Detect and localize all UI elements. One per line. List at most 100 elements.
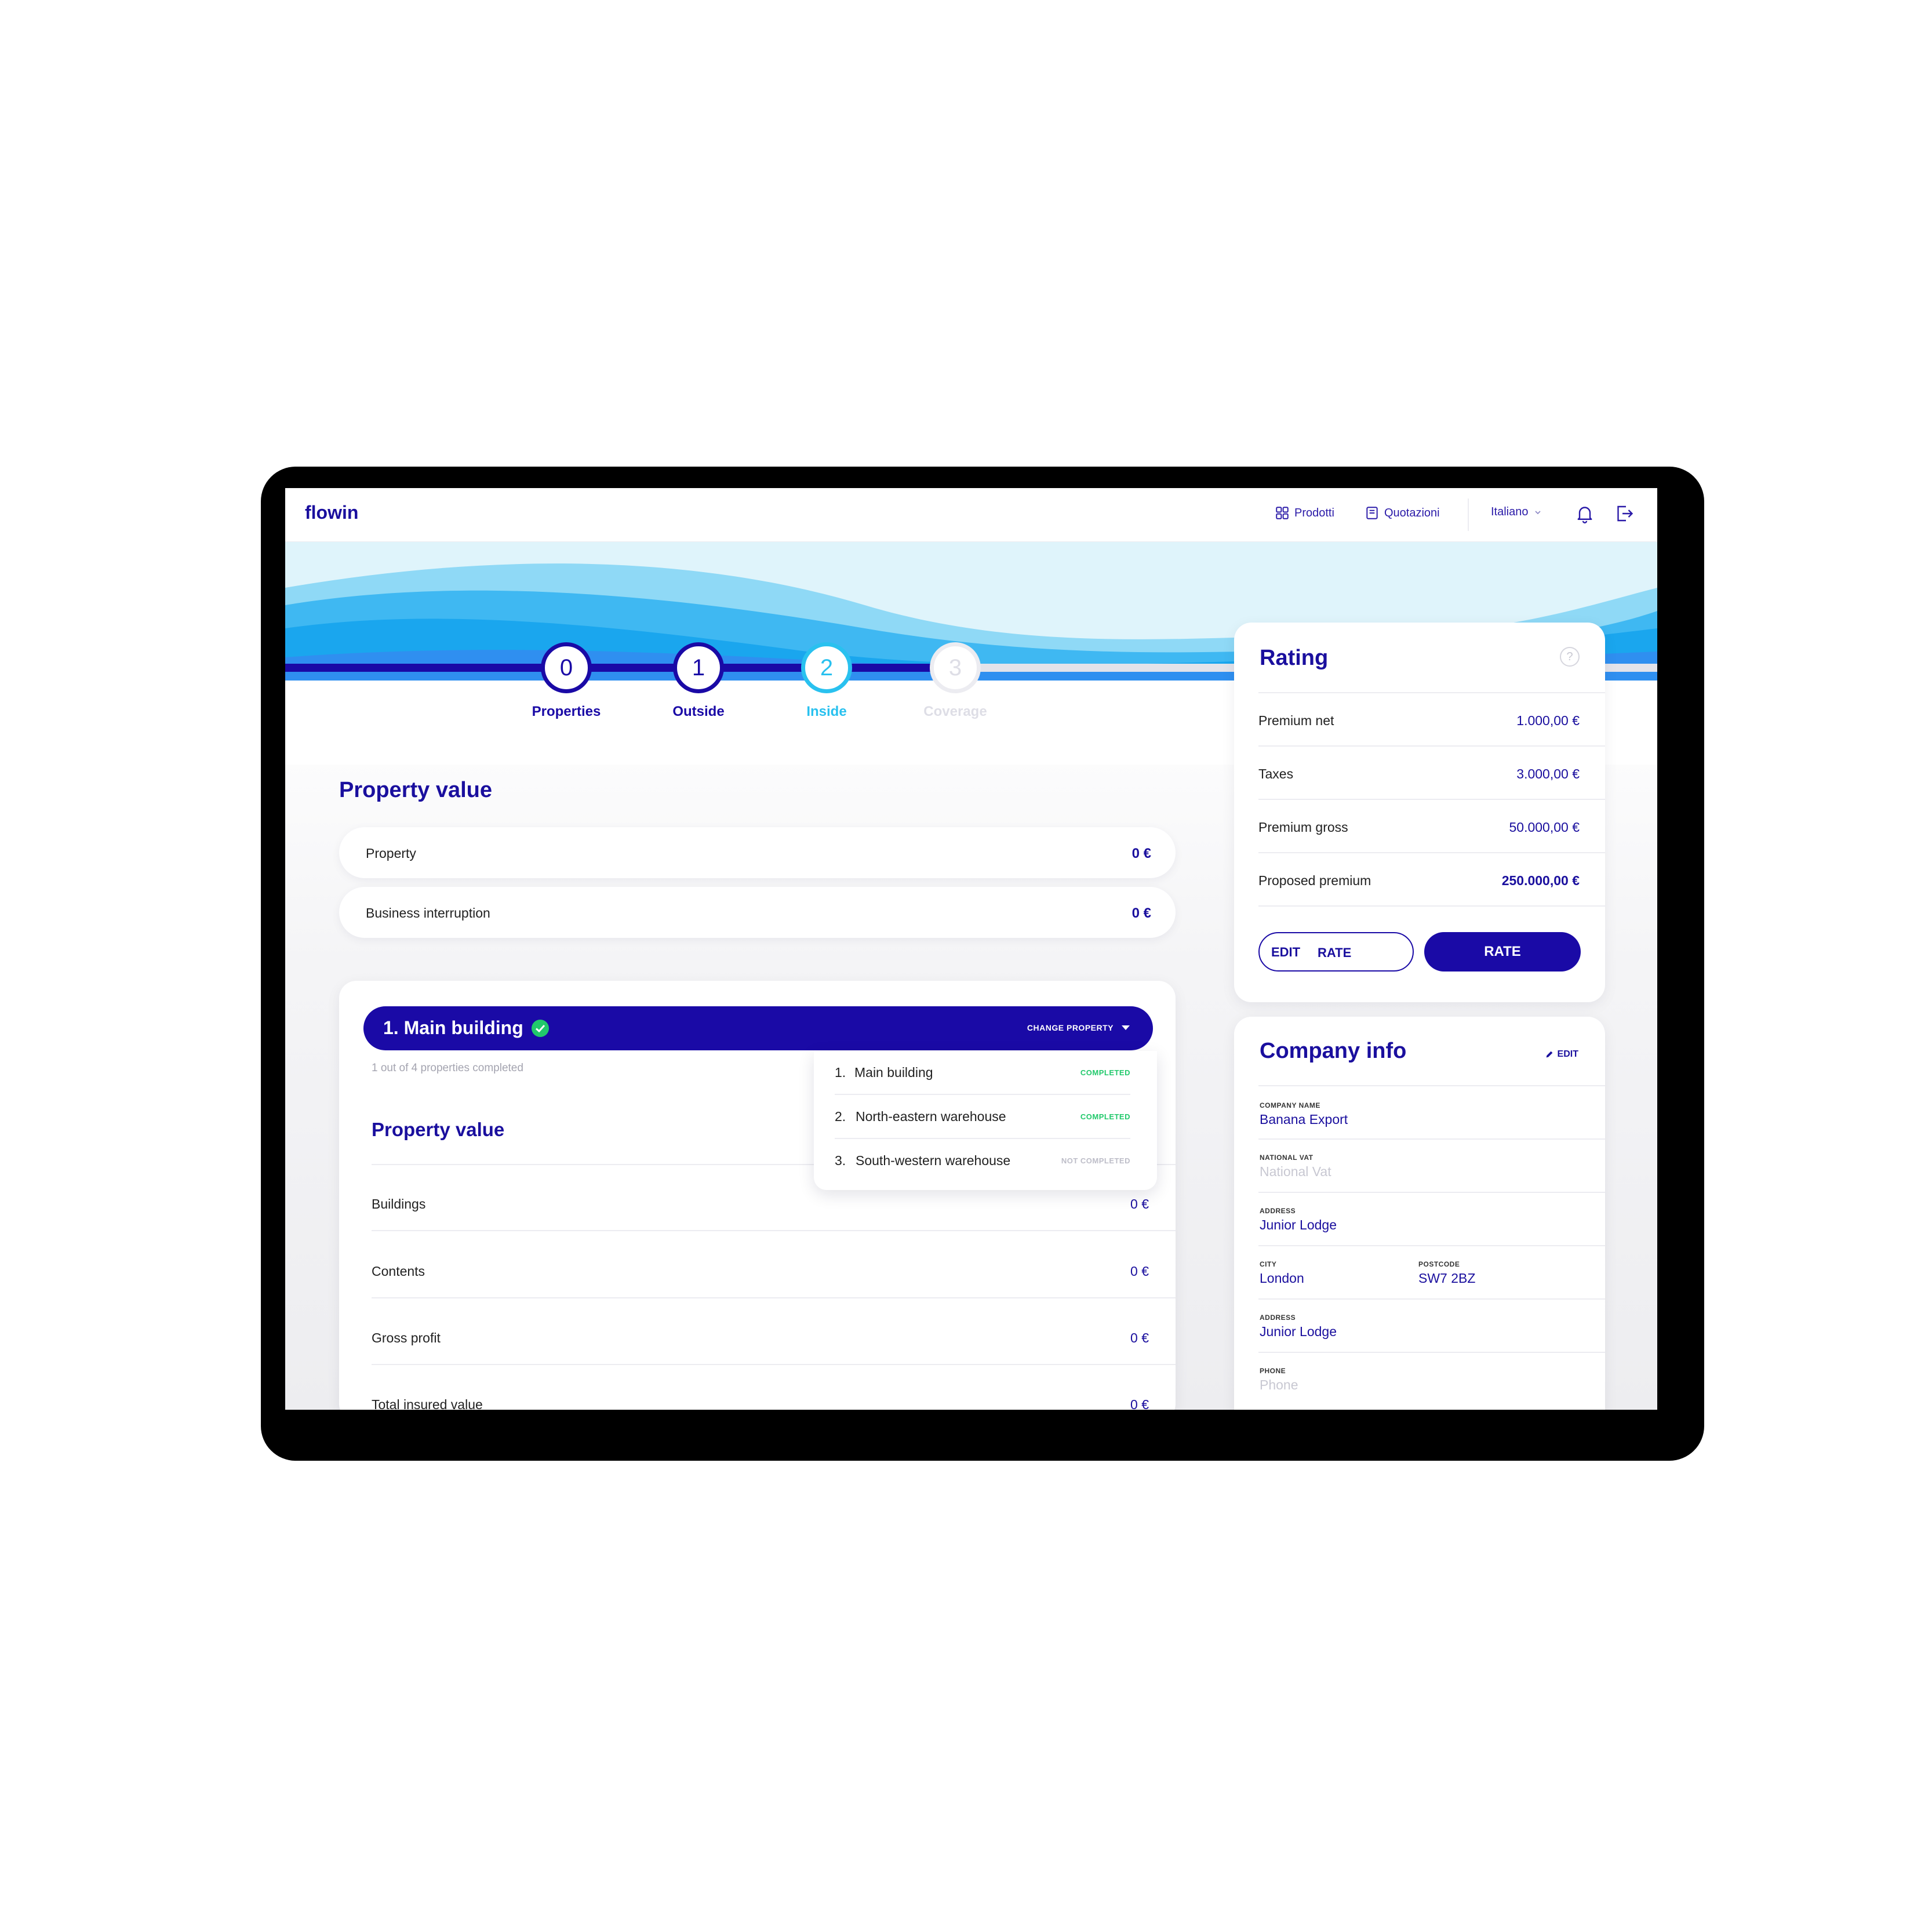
step-label: Inside <box>806 704 847 719</box>
step-number: 1 <box>673 642 724 693</box>
step-label: Outside <box>672 704 725 719</box>
premium-net-label: Premium net <box>1258 713 1334 728</box>
total-insured-value-label: Total insured value <box>372 1397 483 1410</box>
postcode-caption: POSTCODE <box>1418 1260 1460 1268</box>
national-vat-caption: NATIONAL VAT <box>1260 1154 1314 1162</box>
phone-field[interactable]: Phone <box>1260 1377 1298 1393</box>
dropdown-item-main-building[interactable]: 1. Main building COMPLETED <box>835 1051 1130 1094</box>
divider <box>1258 1085 1605 1086</box>
city-value[interactable]: London <box>1260 1271 1304 1286</box>
top-nav: flowin Prodotti Quotazioni Italiano <box>285 488 1657 542</box>
business-interruption-label: Business interruption <box>366 905 490 920</box>
taxes-label: Taxes <box>1258 766 1294 781</box>
company-name-value[interactable]: Banana Export <box>1260 1112 1348 1127</box>
taxes-value: 3.000,00 € <box>1516 766 1580 781</box>
divider <box>372 1364 1176 1365</box>
proposed-premium-row: Proposed premium 250.000,00 € <box>1234 853 1605 907</box>
grid-icon <box>1276 507 1289 519</box>
edit-label: EDIT <box>1271 945 1301 959</box>
caret-down-icon <box>1122 1025 1130 1030</box>
property-value-title: Property value <box>339 778 492 802</box>
edit-label: EDIT <box>1557 1049 1578 1059</box>
nav-divider <box>1468 499 1469 531</box>
divider <box>1258 905 1605 907</box>
edit-rate-label: RATE <box>1318 945 1352 960</box>
step-label: Properties <box>532 704 601 719</box>
divider <box>1258 1138 1605 1140</box>
dropdown-item-north-eastern-warehouse[interactable]: 2. North-eastern warehouse COMPLETED <box>835 1095 1130 1138</box>
chevron-down-icon <box>1534 510 1541 514</box>
language-label: Italiano <box>1491 505 1529 518</box>
dropdown-item-south-western-warehouse[interactable]: 3. South-western warehouse NOT COMPLETED <box>835 1139 1130 1182</box>
national-vat-field[interactable]: National Vat <box>1260 1164 1331 1180</box>
step-number: 2 <box>801 642 852 693</box>
divider <box>1258 1352 1605 1353</box>
help-icon[interactable]: ? <box>1560 647 1580 667</box>
rating-title: Rating <box>1260 646 1329 670</box>
contents-value[interactable]: 0 € <box>1130 1264 1149 1279</box>
language-select[interactable]: Italiano <box>1491 505 1542 519</box>
contents-label: Contents <box>372 1264 425 1279</box>
rating-card: Rating ? Premium net 1.000,00 € Taxes 3.… <box>1234 623 1605 1002</box>
item-name: Main building <box>854 1065 933 1080</box>
step-label: Coverage <box>923 704 987 719</box>
item-number: 3. <box>835 1153 846 1168</box>
phone-caption: PHONE <box>1260 1367 1286 1375</box>
premium-gross-value: 50.000,00 € <box>1509 820 1580 835</box>
divider <box>1258 1245 1605 1246</box>
property-dropdown: 1. Main building COMPLETED 2. North-east… <box>814 1051 1157 1190</box>
bell-icon <box>1577 507 1592 523</box>
premium-gross-label: Premium gross <box>1258 820 1348 835</box>
nav-prodotti-label: Prodotti <box>1294 506 1334 519</box>
gross-profit-value[interactable]: 0 € <box>1130 1330 1149 1346</box>
inner-property-value-title: Property value <box>372 1119 505 1140</box>
main-building-card: 1. Main building CHANGE PROPERTY 1 out o… <box>339 981 1176 1410</box>
property-row[interactable]: Property 0 € <box>339 827 1176 878</box>
property-value: 0 € <box>1131 846 1151 861</box>
item-name: North-eastern warehouse <box>856 1109 1006 1124</box>
buildings-label: Buildings <box>372 1196 426 1211</box>
address-value[interactable]: Junior Lodge <box>1260 1217 1337 1233</box>
nav-quotazioni-label: Quotazioni <box>1384 506 1440 519</box>
premium-net-row: Premium net 1.000,00 € <box>1234 693 1605 747</box>
step-coverage[interactable]: 3 Coverage <box>892 642 1019 720</box>
business-interruption-row[interactable]: Business interruption 0 € <box>339 887 1176 938</box>
logo[interactable]: flowin <box>305 502 358 523</box>
divider <box>372 1230 1176 1231</box>
address-value[interactable]: Junior Lodge <box>1260 1324 1337 1340</box>
taxes-row: Taxes 3.000,00 € <box>1234 747 1605 800</box>
edit-rate-button[interactable]: EDIT RATE <box>1258 932 1414 972</box>
step-inside[interactable]: 2 Inside <box>763 642 890 720</box>
properties-progress: 1 out of 4 properties completed <box>372 1062 523 1074</box>
property-selector-bar[interactable]: 1. Main building CHANGE PROPERTY <box>363 1006 1153 1050</box>
divider <box>1258 1298 1605 1300</box>
change-property-button[interactable]: CHANGE PROPERTY <box>1027 1023 1130 1032</box>
item-number: 2. <box>835 1109 846 1124</box>
step-number: 3 <box>930 642 981 693</box>
company-info-card: Company info EDIT COMPANY NAME Banana Ex… <box>1234 1017 1605 1410</box>
step-properties[interactable]: 0 Properties <box>503 642 630 720</box>
nav-prodotti[interactable]: Prodotti <box>1275 505 1334 521</box>
premium-net-value: 1.000,00 € <box>1516 713 1580 728</box>
address-caption: ADDRESS <box>1260 1207 1296 1215</box>
total-insured-value-value[interactable]: 0 € <box>1130 1397 1149 1410</box>
divider <box>1258 1192 1605 1193</box>
rate-button[interactable]: RATE <box>1424 932 1581 972</box>
logout-button[interactable] <box>1611 501 1637 526</box>
item-number: 1. <box>835 1065 846 1080</box>
nav-quotazioni[interactable]: Quotazioni <box>1365 505 1440 521</box>
buildings-value[interactable]: 0 € <box>1130 1196 1149 1212</box>
city-caption: CITY <box>1260 1260 1277 1268</box>
property-label: Property <box>366 846 416 861</box>
premium-gross-row: Premium gross 50.000,00 € <box>1234 800 1605 853</box>
step-outside[interactable]: 1 Outside <box>635 642 762 720</box>
main-building-title: 1. Main building <box>383 1017 523 1038</box>
proposed-premium-value: 250.000,00 € <box>1501 873 1580 888</box>
gross-profit-label: Gross profit <box>372 1330 441 1345</box>
notifications-button[interactable] <box>1572 501 1598 526</box>
item-name: South-western warehouse <box>856 1153 1011 1168</box>
postcode-value[interactable]: SW7 2BZ <box>1418 1271 1475 1286</box>
address-caption: ADDRESS <box>1260 1314 1296 1322</box>
pencil-icon <box>1546 1051 1552 1058</box>
edit-company-button[interactable]: EDIT <box>1545 1049 1578 1060</box>
